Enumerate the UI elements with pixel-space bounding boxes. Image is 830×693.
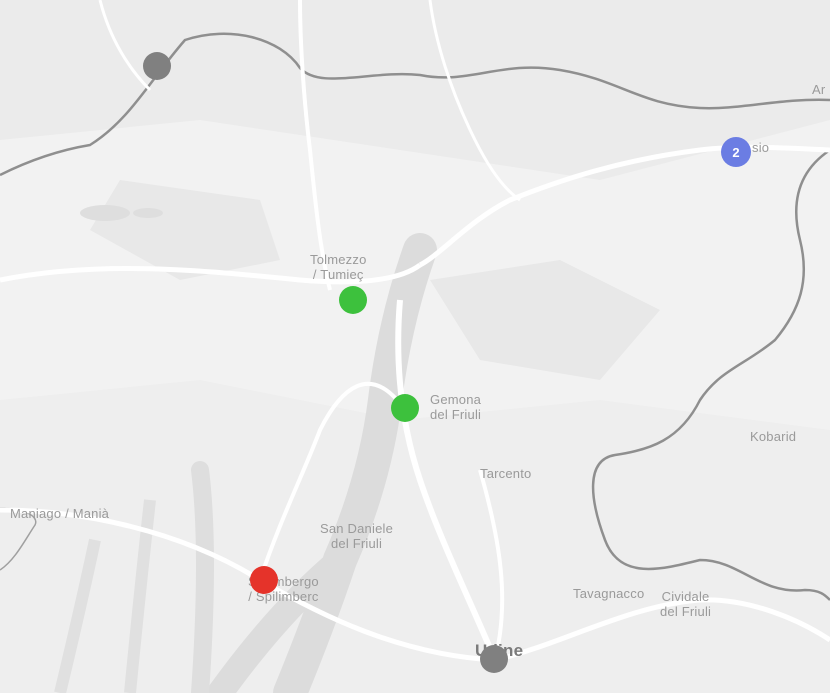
label-kobarid: Kobarid [750, 430, 796, 445]
map-marker-red-spilimbergo[interactable] [250, 566, 278, 594]
label-tarcento: Tarcento [480, 467, 531, 482]
map-marker-gray-udine[interactable] [480, 645, 508, 673]
map-background-svg [0, 0, 830, 693]
cluster-count: 2 [732, 145, 739, 160]
label-sandaniele: San Daniele del Friuli [320, 522, 393, 552]
label-tavagnacco: Tavagnacco [573, 587, 644, 602]
map-marker-green-gemona[interactable] [391, 394, 419, 422]
map-marker-cluster-ne[interactable]: 2 [721, 137, 751, 167]
map-marker-gray-nw[interactable] [143, 52, 171, 80]
label-tarvisio: sio [752, 141, 769, 156]
label-arnoldstein: Ar [812, 83, 825, 98]
label-gemona: Gemona del Friuli [430, 393, 481, 423]
map-marker-green-tolmezzo[interactable] [339, 286, 367, 314]
label-tolmezzo: Tolmezzo / Tumieç [310, 253, 367, 283]
label-maniago: Maniago / Manià [10, 507, 109, 522]
map-canvas[interactable]: Tolmezzo / Tumieç Gemona del Friuli Tarc… [0, 0, 830, 693]
label-cividale: Cividale del Friuli [660, 590, 711, 620]
